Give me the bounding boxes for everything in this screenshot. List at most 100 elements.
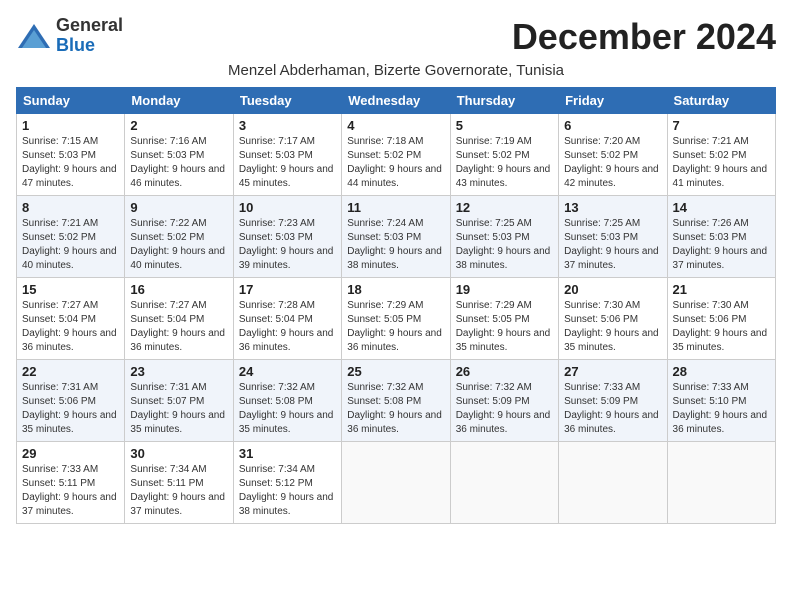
sunset: Sunset: 5:06 PM: [673, 314, 747, 325]
day-number: 5: [456, 118, 553, 133]
day-info: Sunrise: 7:21 AM Sunset: 5:02 PM Dayligh…: [673, 135, 770, 191]
daylight: Daylight: 9 hours and 38 minutes.: [347, 246, 442, 271]
sunrise: Sunrise: 7:21 AM: [22, 218, 98, 229]
calendar-cell: 13 Sunrise: 7:25 AM Sunset: 5:03 PM Dayl…: [559, 196, 667, 278]
day-info: Sunrise: 7:17 AM Sunset: 5:03 PM Dayligh…: [239, 135, 336, 191]
sunset: Sunset: 5:03 PM: [347, 232, 421, 243]
day-info: Sunrise: 7:19 AM Sunset: 5:02 PM Dayligh…: [456, 135, 553, 191]
sunrise: Sunrise: 7:33 AM: [673, 382, 749, 393]
weekday-header-row: Sunday Monday Tuesday Wednesday Thursday…: [17, 88, 776, 114]
day-number: 22: [22, 364, 119, 379]
sunrise: Sunrise: 7:22 AM: [130, 218, 206, 229]
day-number: 13: [564, 200, 661, 215]
calendar-cell: [450, 442, 558, 524]
calendar-cell: 12 Sunrise: 7:25 AM Sunset: 5:03 PM Dayl…: [450, 196, 558, 278]
daylight: Daylight: 9 hours and 44 minutes.: [347, 164, 442, 189]
sunrise: Sunrise: 7:33 AM: [22, 464, 98, 475]
daylight: Daylight: 9 hours and 37 minutes.: [564, 246, 659, 271]
sunrise: Sunrise: 7:33 AM: [564, 382, 640, 393]
calendar-cell: 5 Sunrise: 7:19 AM Sunset: 5:02 PM Dayli…: [450, 114, 558, 196]
daylight: Daylight: 9 hours and 36 minutes.: [564, 410, 659, 435]
day-info: Sunrise: 7:31 AM Sunset: 5:07 PM Dayligh…: [130, 381, 227, 437]
daylight: Daylight: 9 hours and 42 minutes.: [564, 164, 659, 189]
day-info: Sunrise: 7:22 AM Sunset: 5:02 PM Dayligh…: [130, 217, 227, 273]
sunrise: Sunrise: 7:31 AM: [22, 382, 98, 393]
sunset: Sunset: 5:03 PM: [564, 232, 638, 243]
day-number: 29: [22, 446, 119, 461]
sunset: Sunset: 5:02 PM: [673, 150, 747, 161]
calendar-week-5: 29 Sunrise: 7:33 AM Sunset: 5:11 PM Dayl…: [17, 442, 776, 524]
calendar-week-2: 8 Sunrise: 7:21 AM Sunset: 5:02 PM Dayli…: [17, 196, 776, 278]
sunrise: Sunrise: 7:19 AM: [456, 136, 532, 147]
logo-blue: Blue: [56, 35, 95, 55]
day-info: Sunrise: 7:27 AM Sunset: 5:04 PM Dayligh…: [22, 299, 119, 355]
calendar-cell: 7 Sunrise: 7:21 AM Sunset: 5:02 PM Dayli…: [667, 114, 775, 196]
day-info: Sunrise: 7:25 AM Sunset: 5:03 PM Dayligh…: [456, 217, 553, 273]
sunrise: Sunrise: 7:32 AM: [456, 382, 532, 393]
calendar-cell: [667, 442, 775, 524]
day-info: Sunrise: 7:29 AM Sunset: 5:05 PM Dayligh…: [347, 299, 444, 355]
day-number: 7: [673, 118, 770, 133]
calendar-cell: 29 Sunrise: 7:33 AM Sunset: 5:11 PM Dayl…: [17, 442, 125, 524]
day-info: Sunrise: 7:30 AM Sunset: 5:06 PM Dayligh…: [673, 299, 770, 355]
calendar-cell: 9 Sunrise: 7:22 AM Sunset: 5:02 PM Dayli…: [125, 196, 233, 278]
day-info: Sunrise: 7:34 AM Sunset: 5:12 PM Dayligh…: [239, 463, 336, 519]
day-info: Sunrise: 7:20 AM Sunset: 5:02 PM Dayligh…: [564, 135, 661, 191]
page-wrapper: General Blue December 2024 Menzel Abderh…: [16, 16, 776, 524]
sunrise: Sunrise: 7:17 AM: [239, 136, 315, 147]
day-number: 12: [456, 200, 553, 215]
calendar-week-1: 1 Sunrise: 7:15 AM Sunset: 5:03 PM Dayli…: [17, 114, 776, 196]
sunrise: Sunrise: 7:21 AM: [673, 136, 749, 147]
calendar-cell: 11 Sunrise: 7:24 AM Sunset: 5:03 PM Dayl…: [342, 196, 450, 278]
day-info: Sunrise: 7:24 AM Sunset: 5:03 PM Dayligh…: [347, 217, 444, 273]
day-number: 28: [673, 364, 770, 379]
logo-icon: [16, 22, 52, 50]
sunset: Sunset: 5:12 PM: [239, 478, 313, 489]
calendar-cell: 18 Sunrise: 7:29 AM Sunset: 5:05 PM Dayl…: [342, 278, 450, 360]
day-number: 18: [347, 282, 444, 297]
daylight: Daylight: 9 hours and 43 minutes.: [456, 164, 551, 189]
sunset: Sunset: 5:02 PM: [564, 150, 638, 161]
daylight: Daylight: 9 hours and 38 minutes.: [239, 492, 334, 517]
sunrise: Sunrise: 7:32 AM: [239, 382, 315, 393]
calendar-cell: 23 Sunrise: 7:31 AM Sunset: 5:07 PM Dayl…: [125, 360, 233, 442]
calendar-cell: 10 Sunrise: 7:23 AM Sunset: 5:03 PM Dayl…: [233, 196, 341, 278]
day-number: 25: [347, 364, 444, 379]
daylight: Daylight: 9 hours and 36 minutes.: [347, 410, 442, 435]
header-sunday: Sunday: [17, 88, 125, 114]
calendar-cell: 31 Sunrise: 7:34 AM Sunset: 5:12 PM Dayl…: [233, 442, 341, 524]
sunset: Sunset: 5:07 PM: [130, 396, 204, 407]
daylight: Daylight: 9 hours and 35 minutes.: [673, 328, 768, 353]
sunrise: Sunrise: 7:34 AM: [130, 464, 206, 475]
daylight: Daylight: 9 hours and 35 minutes.: [239, 410, 334, 435]
header-wednesday: Wednesday: [342, 88, 450, 114]
sunset: Sunset: 5:11 PM: [22, 478, 95, 489]
calendar-cell: [559, 442, 667, 524]
daylight: Daylight: 9 hours and 40 minutes.: [22, 246, 117, 271]
day-number: 16: [130, 282, 227, 297]
calendar-cell: 24 Sunrise: 7:32 AM Sunset: 5:08 PM Dayl…: [233, 360, 341, 442]
daylight: Daylight: 9 hours and 39 minutes.: [239, 246, 334, 271]
sunset: Sunset: 5:02 PM: [130, 232, 204, 243]
day-number: 3: [239, 118, 336, 133]
day-info: Sunrise: 7:31 AM Sunset: 5:06 PM Dayligh…: [22, 381, 119, 437]
day-info: Sunrise: 7:32 AM Sunset: 5:09 PM Dayligh…: [456, 381, 553, 437]
sunrise: Sunrise: 7:25 AM: [564, 218, 640, 229]
day-number: 10: [239, 200, 336, 215]
daylight: Daylight: 9 hours and 36 minutes.: [130, 328, 225, 353]
daylight: Daylight: 9 hours and 35 minutes.: [22, 410, 117, 435]
calendar-cell: 26 Sunrise: 7:32 AM Sunset: 5:09 PM Dayl…: [450, 360, 558, 442]
calendar-cell: 25 Sunrise: 7:32 AM Sunset: 5:08 PM Dayl…: [342, 360, 450, 442]
daylight: Daylight: 9 hours and 41 minutes.: [673, 164, 768, 189]
day-info: Sunrise: 7:21 AM Sunset: 5:02 PM Dayligh…: [22, 217, 119, 273]
day-number: 31: [239, 446, 336, 461]
day-number: 6: [564, 118, 661, 133]
day-info: Sunrise: 7:33 AM Sunset: 5:09 PM Dayligh…: [564, 381, 661, 437]
sunset: Sunset: 5:03 PM: [673, 232, 747, 243]
header-monday: Monday: [125, 88, 233, 114]
sunrise: Sunrise: 7:26 AM: [673, 218, 749, 229]
daylight: Daylight: 9 hours and 35 minutes.: [456, 328, 551, 353]
calendar-cell: 6 Sunrise: 7:20 AM Sunset: 5:02 PM Dayli…: [559, 114, 667, 196]
sunset: Sunset: 5:04 PM: [22, 314, 96, 325]
day-number: 1: [22, 118, 119, 133]
